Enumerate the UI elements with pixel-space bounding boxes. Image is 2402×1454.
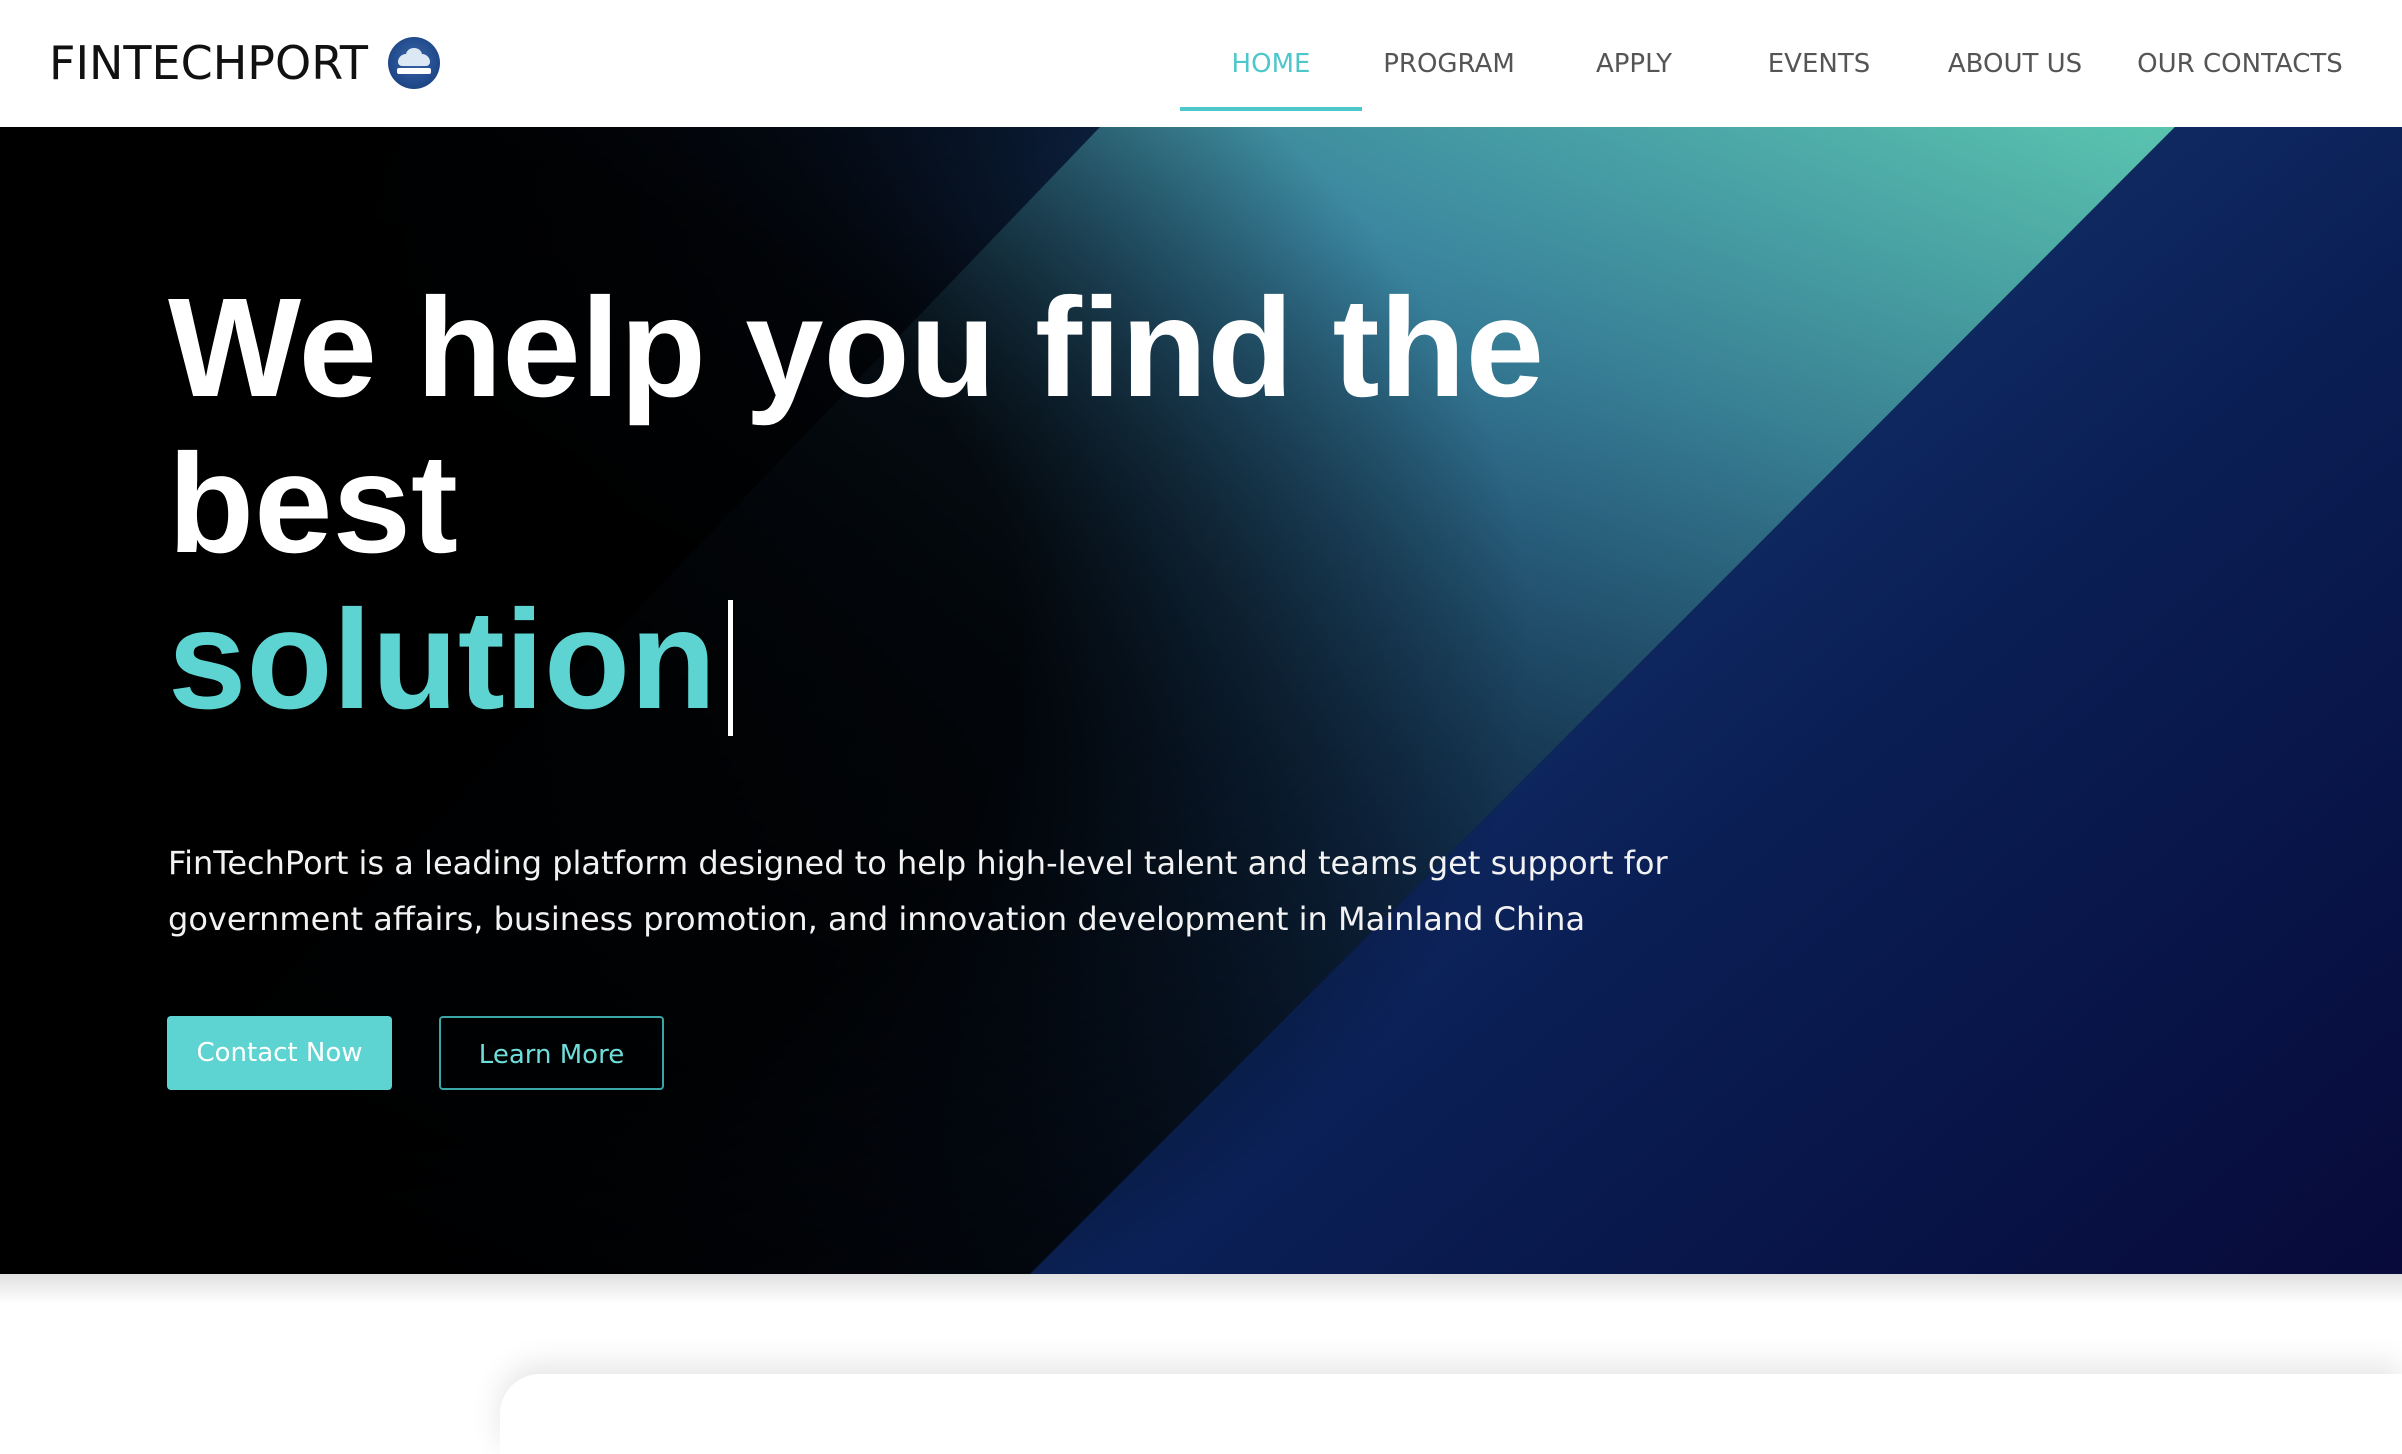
learn-more-button[interactable]: Learn More (439, 1016, 664, 1090)
hero-banner: We help you find the best solution FinTe… (0, 127, 2402, 1274)
nav-item-apply[interactable]: APPLY (1582, 0, 1686, 127)
content-card (500, 1374, 2402, 1454)
brand-name: FINTECHPORT (49, 36, 368, 90)
nav-item-program[interactable]: PROGRAM (1382, 0, 1516, 127)
hero-accent-word: solution (168, 580, 734, 738)
contact-now-button[interactable]: Contact Now (167, 1016, 392, 1090)
nav-item-home[interactable]: HOME (1180, 0, 1362, 127)
nav-item-events[interactable]: EVENTS (1759, 0, 1879, 127)
nav-item-about-us[interactable]: ABOUT US (1940, 0, 2090, 127)
top-navbar: FINTECHPORT HOME PROGRAM APPLY EVENTS AB… (0, 0, 2402, 127)
nav-item-our-contacts[interactable]: OUR CONTACTS (2127, 0, 2353, 127)
typing-caret (728, 600, 734, 736)
hero-accent-text: solution (168, 580, 717, 738)
globe-logo-icon (387, 37, 440, 89)
hero-description: FinTechPort is a leading platform design… (168, 844, 1668, 938)
hero-title: We help you find the best (168, 268, 1545, 582)
next-section (0, 1274, 2402, 1454)
brand[interactable]: FINTECHPORT (49, 36, 440, 90)
hero-shadow (0, 1274, 2402, 1304)
